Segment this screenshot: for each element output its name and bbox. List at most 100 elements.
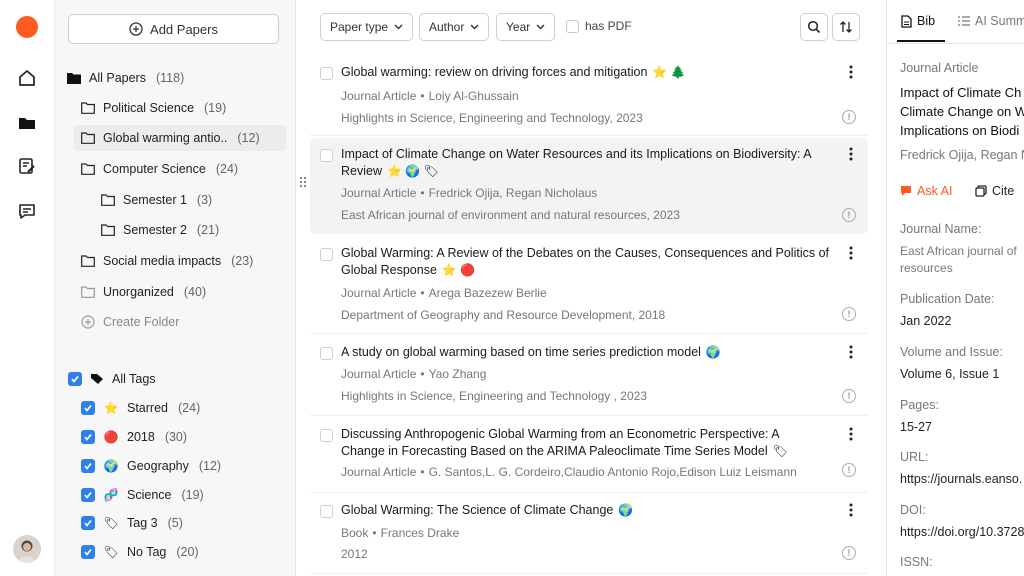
tag-count: (30) bbox=[164, 430, 188, 444]
more-vertical-icon[interactable] bbox=[846, 502, 856, 518]
checkbox-checked-icon[interactable] bbox=[81, 401, 95, 415]
tag-starred[interactable]: ⭐ Starred (24) bbox=[81, 395, 287, 421]
tag-emoji-icons: 🏷 bbox=[772, 444, 788, 458]
tree-folder-semester-1[interactable]: Semester 1 (3) bbox=[101, 187, 287, 213]
paper-checkbox[interactable] bbox=[320, 429, 333, 442]
has-pdf-label: has PDF bbox=[585, 19, 632, 33]
checkbox-checked-icon[interactable] bbox=[81, 545, 95, 559]
paper-title[interactable]: Discussing Anthropogenic Global Warming … bbox=[341, 427, 779, 458]
more-vertical-icon[interactable] bbox=[846, 344, 856, 360]
tag-emoji-icons: ⭐ 🔴 bbox=[441, 263, 476, 277]
tree-folder-unorganized[interactable]: Unorganized (40) bbox=[81, 279, 287, 305]
paper-source: East African journal of environment and … bbox=[341, 208, 680, 222]
paper-row[interactable]: Global Warming: The Science of Climate C… bbox=[310, 494, 868, 574]
create-folder-button[interactable]: Create Folder bbox=[81, 309, 287, 335]
tree-folder-social-media[interactable]: Social media impacts (23) bbox=[81, 248, 287, 274]
tag-geography[interactable]: 🌍 Geography (12) bbox=[81, 453, 287, 479]
paper-row-selected[interactable]: Impact of Climate Change on Water Resour… bbox=[299, 138, 868, 234]
doi-value[interactable]: https://doi.org/10.3728 bbox=[900, 525, 1024, 539]
paper-checkbox[interactable] bbox=[320, 505, 333, 518]
info-icon[interactable]: ! bbox=[842, 208, 856, 222]
issn-label: ISSN: bbox=[900, 555, 933, 569]
paper-type-filter[interactable]: Paper type bbox=[320, 13, 414, 41]
search-button[interactable] bbox=[800, 13, 828, 41]
tag-no-tag[interactable]: 🏷 No Tag (20) bbox=[81, 539, 287, 565]
tree-folder-political-science[interactable]: Political Science (19) bbox=[81, 95, 287, 121]
has-pdf-checkbox[interactable] bbox=[566, 19, 579, 33]
tree-folder-computer-science[interactable]: Computer Science (24) bbox=[81, 156, 287, 182]
tab-bib[interactable]: Bib bbox=[901, 14, 935, 28]
edit-note-icon[interactable] bbox=[15, 154, 39, 178]
paper-title[interactable]: A study on global warming based on time … bbox=[341, 345, 701, 359]
author-label: Author bbox=[429, 20, 465, 34]
more-vertical-icon[interactable] bbox=[846, 146, 856, 162]
url-label: URL: bbox=[900, 450, 929, 464]
tag-all-tags[interactable]: All Tags bbox=[68, 366, 288, 392]
chat-icon[interactable] bbox=[15, 199, 39, 223]
create-folder-label: Create Folder bbox=[103, 315, 180, 329]
detail-title-line: Climate Change on W bbox=[900, 104, 1024, 119]
info-icon[interactable]: ! bbox=[842, 389, 856, 403]
author-filter[interactable]: Author bbox=[419, 13, 490, 41]
blue-tag-icon: 🏷 bbox=[103, 516, 119, 530]
info-icon[interactable]: ! bbox=[842, 546, 856, 560]
app-logo[interactable] bbox=[16, 16, 38, 38]
tag-science[interactable]: 🧬 Science (19) bbox=[81, 482, 287, 508]
plus-circle-icon bbox=[81, 315, 95, 329]
folder-outline-icon bbox=[81, 286, 95, 298]
paper-type: Journal Article bbox=[341, 465, 417, 479]
checkbox-checked-icon[interactable] bbox=[81, 430, 95, 444]
more-vertical-icon[interactable] bbox=[846, 64, 856, 80]
paper-title[interactable]: Global Warming: The Science of Climate C… bbox=[341, 503, 613, 517]
more-vertical-icon[interactable] bbox=[846, 245, 856, 261]
info-icon[interactable]: ! bbox=[842, 307, 856, 321]
sort-button[interactable] bbox=[832, 13, 860, 41]
paper-row[interactable]: A study on global warming based on time … bbox=[310, 336, 868, 416]
year-label: Year bbox=[506, 20, 531, 34]
cite-button[interactable]: Cite bbox=[975, 184, 1014, 198]
info-icon[interactable]: ! bbox=[842, 110, 856, 124]
paper-authors: Fredrick Ojija, Regan Nicholaus bbox=[428, 186, 598, 200]
folder-count: (23) bbox=[231, 254, 254, 268]
more-vertical-icon[interactable] bbox=[846, 426, 856, 442]
home-icon[interactable] bbox=[15, 66, 39, 90]
user-avatar[interactable] bbox=[13, 535, 41, 563]
paper-title[interactable]: Global warming: review on driving forces… bbox=[341, 65, 647, 79]
paper-title[interactable]: Global Warming: A Review of the Debates … bbox=[341, 246, 829, 277]
paper-row[interactable]: Global Warming: A Review of the Debates … bbox=[310, 237, 868, 334]
checkbox-checked-icon[interactable] bbox=[68, 372, 82, 386]
paper-checkbox[interactable] bbox=[320, 248, 333, 261]
paper-row[interactable]: Discussing Anthropogenic Global Warming … bbox=[310, 418, 868, 493]
tab-ai-summary[interactable]: AI Summ bbox=[958, 14, 1024, 28]
paper-title-wrap: Global Warming: A Review of the Debates … bbox=[341, 245, 839, 279]
detail-title-line: Implications on Biodi bbox=[900, 123, 1020, 138]
has-pdf-filter[interactable]: has PDF bbox=[566, 19, 632, 33]
drag-handle-icon[interactable] bbox=[299, 176, 307, 188]
tree-folder-semester-2[interactable]: Semester 2 (21) bbox=[101, 217, 287, 243]
tag-2018[interactable]: 🔴 2018 (30) bbox=[81, 424, 287, 450]
add-papers-label: Add Papers bbox=[150, 21, 218, 37]
checkbox-checked-icon[interactable] bbox=[81, 488, 95, 502]
folder-icon[interactable] bbox=[15, 111, 39, 135]
paper-checkbox[interactable] bbox=[320, 347, 333, 360]
paper-checkbox[interactable] bbox=[320, 149, 333, 162]
folder-sidebar: Add Papers All Papers (118) Political Sc… bbox=[55, 0, 296, 576]
info-icon[interactable]: ! bbox=[842, 463, 856, 477]
url-value[interactable]: https://journals.eanso. bbox=[900, 472, 1022, 486]
year-filter[interactable]: Year bbox=[496, 13, 556, 41]
ask-ai-button[interactable]: Ask AI bbox=[900, 184, 952, 198]
tag-tag-3[interactable]: 🏷 Tag 3 (5) bbox=[81, 510, 287, 536]
add-papers-button[interactable]: Add Papers bbox=[68, 14, 279, 44]
checkbox-checked-icon[interactable] bbox=[81, 516, 95, 530]
checkbox-checked-icon[interactable] bbox=[81, 459, 95, 473]
tree-folder-global-warming[interactable]: Global warming antio.. (12) bbox=[74, 125, 286, 151]
folder-outline-icon bbox=[101, 224, 115, 236]
paper-meta: Journal Article • Fredrick Ojija, Regan Ni… bbox=[341, 186, 598, 200]
paper-row[interactable]: Global warming: review on driving forces… bbox=[310, 56, 868, 136]
chevron-down-icon bbox=[394, 24, 403, 30]
all-papers-label: All Papers bbox=[89, 71, 146, 85]
paper-title-wrap: A study on global warming based on time … bbox=[341, 344, 836, 361]
tab-ai-label: AI Summ bbox=[975, 14, 1024, 28]
tree-all-papers[interactable]: All Papers (118) bbox=[67, 65, 287, 91]
paper-checkbox[interactable] bbox=[320, 67, 333, 80]
